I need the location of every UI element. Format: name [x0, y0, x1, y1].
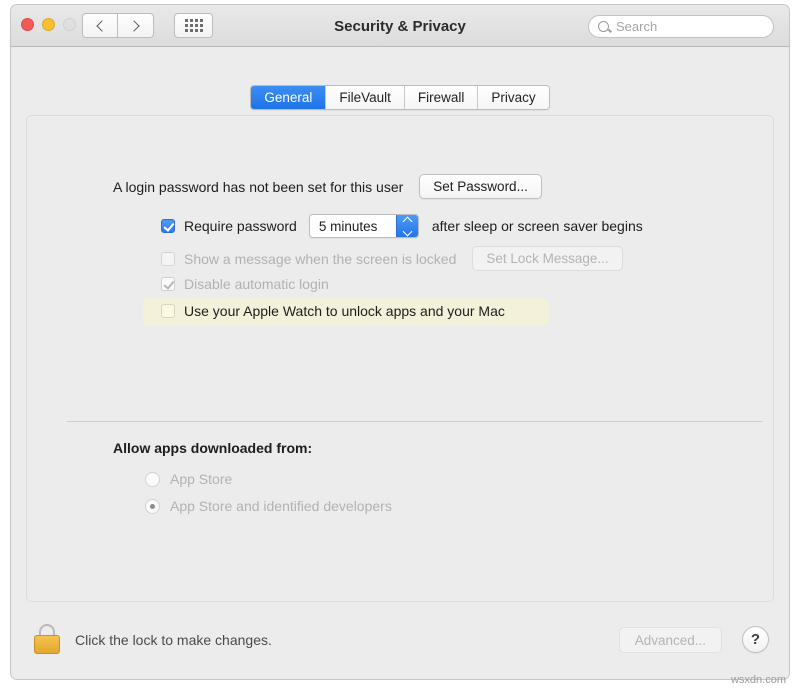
radio-app-store-label: App Store — [170, 471, 232, 487]
section-divider — [67, 421, 763, 422]
radio-app-store — [145, 472, 160, 487]
chevron-up-icon — [402, 216, 412, 226]
tab-general[interactable]: General — [251, 86, 325, 109]
disable-auto-login-checkbox — [161, 277, 175, 291]
login-password-status: A login password has not been set for th… — [113, 179, 403, 195]
general-settings-panel: A login password has not been set for th… — [26, 115, 774, 602]
search-field[interactable]: Search — [588, 15, 774, 38]
tab-filevault[interactable]: FileVault — [325, 86, 404, 109]
set-lock-message-button: Set Lock Message... — [472, 246, 622, 271]
chevron-down-icon — [402, 226, 412, 236]
login-password-row: A login password has not been set for th… — [113, 174, 542, 199]
radio-identified-developers — [145, 499, 160, 514]
require-password-interval-stepper[interactable]: 5 minutes — [309, 214, 419, 238]
require-password-label: Require password — [184, 218, 297, 234]
tab-privacy[interactable]: Privacy — [477, 86, 548, 109]
watermark: wsxdn.com — [731, 674, 786, 686]
require-password-interval-value: 5 minutes — [310, 215, 396, 237]
disable-auto-login-row: Disable automatic login — [161, 276, 329, 292]
window-body: General FileVault Firewall Privacy A log… — [11, 47, 789, 680]
allow-apps-heading: Allow apps downloaded from: — [113, 440, 312, 456]
lock-closed-icon[interactable] — [34, 624, 60, 654]
require-password-checkbox[interactable] — [161, 219, 175, 233]
lock-message-label: Show a message when the screen is locked — [184, 251, 456, 267]
allow-apps-option-identified-developers: App Store and identified developers — [145, 498, 392, 514]
search-placeholder: Search — [616, 19, 657, 34]
help-button[interactable]: ? — [742, 626, 769, 653]
tab-bar: General FileVault Firewall Privacy — [11, 85, 789, 110]
allow-apps-option-app-store: App Store — [145, 471, 232, 487]
apple-watch-checkbox[interactable] — [161, 304, 175, 318]
security-privacy-window: Security & Privacy Search General FileVa… — [10, 4, 790, 680]
disable-auto-login-label: Disable automatic login — [184, 276, 329, 292]
lock-message-row: Show a message when the screen is locked… — [161, 246, 623, 271]
require-password-row: Require password 5 minutes after sleep o… — [161, 214, 643, 238]
window-footer: Click the lock to make changes. Advanced… — [11, 602, 789, 680]
tab-firewall[interactable]: Firewall — [404, 86, 478, 109]
window-titlebar: Security & Privacy Search — [11, 5, 789, 47]
lock-hint-text: Click the lock to make changes. — [75, 632, 272, 648]
apple-watch-label: Use your Apple Watch to unlock apps and … — [184, 303, 505, 319]
advanced-button: Advanced... — [619, 627, 722, 653]
apple-watch-row: Use your Apple Watch to unlock apps and … — [161, 303, 505, 319]
set-password-button[interactable]: Set Password... — [419, 174, 542, 199]
require-password-suffix: after sleep or screen saver begins — [432, 218, 643, 234]
radio-identified-developers-label: App Store and identified developers — [170, 498, 392, 514]
stepper-arrows-icon[interactable] — [396, 215, 418, 237]
lock-message-checkbox — [161, 252, 175, 266]
search-icon — [598, 21, 609, 32]
